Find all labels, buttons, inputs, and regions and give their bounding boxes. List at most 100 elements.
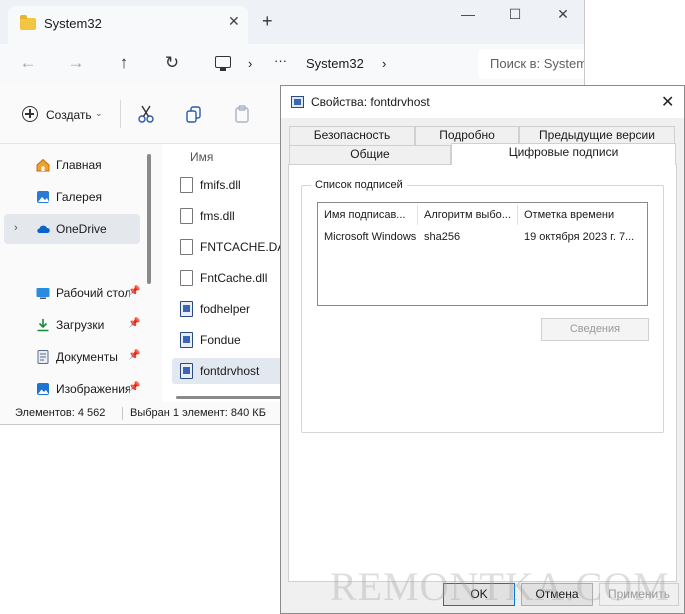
file-name: Fondue <box>200 333 241 347</box>
new-button[interactable]: Создать <box>46 108 92 122</box>
tab-close-icon[interactable]: ✕ <box>228 13 240 30</box>
maximize-button[interactable]: ☐ <box>505 6 525 23</box>
documents-icon <box>37 350 49 364</box>
dll-file-icon <box>180 208 193 224</box>
forward-arrow-icon[interactable]: → <box>66 53 86 73</box>
back-arrow-icon[interactable]: ← <box>18 53 38 73</box>
sidebar-scrollbar[interactable] <box>147 154 151 284</box>
chevron-right-icon[interactable]: › <box>14 222 18 234</box>
computer-icon[interactable] <box>215 56 231 71</box>
ok-button[interactable]: OK <box>443 583 515 606</box>
exe-file-icon <box>180 332 193 348</box>
tab-security[interactable]: Безопасность <box>289 126 415 145</box>
navigation-pane: Главная Галерея › OneDrive Рабочий стол … <box>0 144 158 402</box>
file-list: Имя fmifs.dll fms.dll FNTCACHE.DAT FntCa… <box>162 144 292 402</box>
signature-list[interactable]: Имя подписав... Алгоритм выбо... Отметка… <box>317 202 648 306</box>
signature-list-label: Список подписей <box>311 179 407 191</box>
pin-icon: 📌 <box>128 286 141 297</box>
pin-icon: 📌 <box>128 382 141 393</box>
cloud-icon <box>37 225 50 233</box>
sidebar-item-label: Галерея <box>56 190 103 204</box>
file-name: fms.dll <box>200 209 235 223</box>
sidebar-item-gallery[interactable]: Галерея <box>4 182 140 212</box>
file-row[interactable]: FNTCACHE.DAT <box>172 234 292 260</box>
algorithm-cell[interactable]: sha256 <box>418 227 518 247</box>
dll-file-icon <box>180 270 193 286</box>
breadcrumb-separator[interactable]: › <box>248 56 252 71</box>
file-row[interactable]: Fondue <box>172 327 282 353</box>
column-header-name[interactable]: Имя <box>190 150 213 164</box>
pin-icon: 📌 <box>128 318 141 329</box>
exe-file-icon <box>291 96 304 108</box>
properties-dialog: Свойства: fontdrvhost ✕ Безопасность Под… <box>280 85 685 614</box>
more-breadcrumbs-button[interactable]: ··· <box>274 53 287 68</box>
dialog-close-icon[interactable]: ✕ <box>661 92 674 112</box>
home-icon <box>36 158 50 172</box>
dialog-titlebar: Свойства: fontdrvhost ✕ <box>281 86 684 118</box>
file-icon <box>180 239 193 255</box>
new-tab-button[interactable]: + <box>262 12 273 30</box>
plus-circle-icon <box>22 106 38 122</box>
sidebar-item-downloads[interactable]: Загрузки 📌 <box>4 310 140 340</box>
file-name: FNTCACHE.DAT <box>200 240 292 254</box>
toolbar-divider <box>120 100 121 128</box>
pictures-icon <box>37 383 49 395</box>
file-row[interactable]: fms.dll <box>172 203 282 229</box>
desktop-icon <box>36 288 50 299</box>
details-button[interactable]: Сведения <box>541 318 649 341</box>
sidebar-item-pictures[interactable]: Изображения 📌 <box>4 374 140 404</box>
gallery-icon <box>37 191 49 203</box>
refresh-icon[interactable]: ↻ <box>162 53 182 73</box>
sidebar-item-onedrive[interactable]: › OneDrive <box>4 214 140 244</box>
tab-digital-signatures[interactable]: Цифровые подписи <box>451 143 676 165</box>
file-name: fodhelper <box>200 302 251 316</box>
breadcrumb-separator[interactable]: › <box>382 56 386 71</box>
file-row[interactable]: fmifs.dll <box>172 172 282 198</box>
search-placeholder: Поиск в: System32 <box>490 56 584 71</box>
cut-icon[interactable] <box>136 104 156 124</box>
sidebar-item-documents[interactable]: Документы 📌 <box>4 342 140 372</box>
column-header-algorithm[interactable]: Алгоритм выбо... <box>418 205 518 225</box>
tab-general[interactable]: Общие <box>289 145 451 164</box>
status-divider <box>122 407 123 420</box>
window-close-button[interactable]: ✕ <box>553 6 573 23</box>
file-name: FntCache.dll <box>200 271 268 285</box>
search-input[interactable]: Поиск в: System32 <box>478 49 584 79</box>
up-arrow-icon[interactable]: ↑ <box>114 53 134 73</box>
download-icon <box>37 319 49 332</box>
exe-file-icon <box>180 301 193 317</box>
file-name: fmifs.dll <box>200 178 241 192</box>
sidebar-item-home[interactable]: Главная <box>4 150 140 180</box>
signer-name-cell[interactable]: Microsoft Windows <box>318 227 418 247</box>
paste-icon[interactable] <box>232 104 252 124</box>
sidebar-item-desktop[interactable]: Рабочий стол 📌 <box>4 278 140 308</box>
column-header-timestamp[interactable]: Отметка времени <box>518 205 647 225</box>
sidebar-item-label: Документы <box>56 350 118 364</box>
sidebar-item-label: Загрузки <box>56 318 105 332</box>
address-bar-row: ← → ↑ ↻ › ··· System32 › Поиск в: System… <box>0 44 584 84</box>
apply-button[interactable]: Применить <box>599 583 679 606</box>
column-header-signer[interactable]: Имя подписав... <box>318 205 418 225</box>
chevron-down-icon[interactable]: ⌄ <box>95 108 103 119</box>
breadcrumb-system32[interactable]: System32 <box>306 56 364 71</box>
file-name: fontdrvhost <box>200 364 260 378</box>
explorer-titlebar: System32 ✕ + — ☐ ✕ <box>0 0 584 44</box>
tab-panel-digital-signatures: Список подписей Имя подписав... Алгоритм… <box>288 164 677 582</box>
copy-icon[interactable] <box>184 104 204 124</box>
dialog-title: Свойства: fontdrvhost <box>311 95 430 109</box>
file-row[interactable]: fodhelper <box>172 296 282 322</box>
dll-file-icon <box>180 177 193 193</box>
file-row[interactable]: FntCache.dll <box>172 265 282 291</box>
tab-title: System32 <box>44 16 102 31</box>
minimize-button[interactable]: — <box>458 6 478 22</box>
horizontal-scrollbar[interactable] <box>176 396 282 399</box>
explorer-tab[interactable]: System32 ✕ <box>8 6 248 44</box>
sidebar-item-label: Рабочий стол <box>56 286 130 300</box>
sidebar-item-label: Изображения <box>56 382 130 396</box>
timestamp-cell[interactable]: 19 октября 2023 г. 7... <box>518 227 647 247</box>
selection-info: Выбран 1 элемент: 840 КБ <box>130 407 266 419</box>
item-count: Элементов: 4 562 <box>15 407 106 419</box>
file-row-selected[interactable]: fontdrvhost <box>172 358 282 384</box>
sidebar-item-label: Главная <box>56 158 102 172</box>
cancel-button[interactable]: Отмена <box>521 583 593 606</box>
